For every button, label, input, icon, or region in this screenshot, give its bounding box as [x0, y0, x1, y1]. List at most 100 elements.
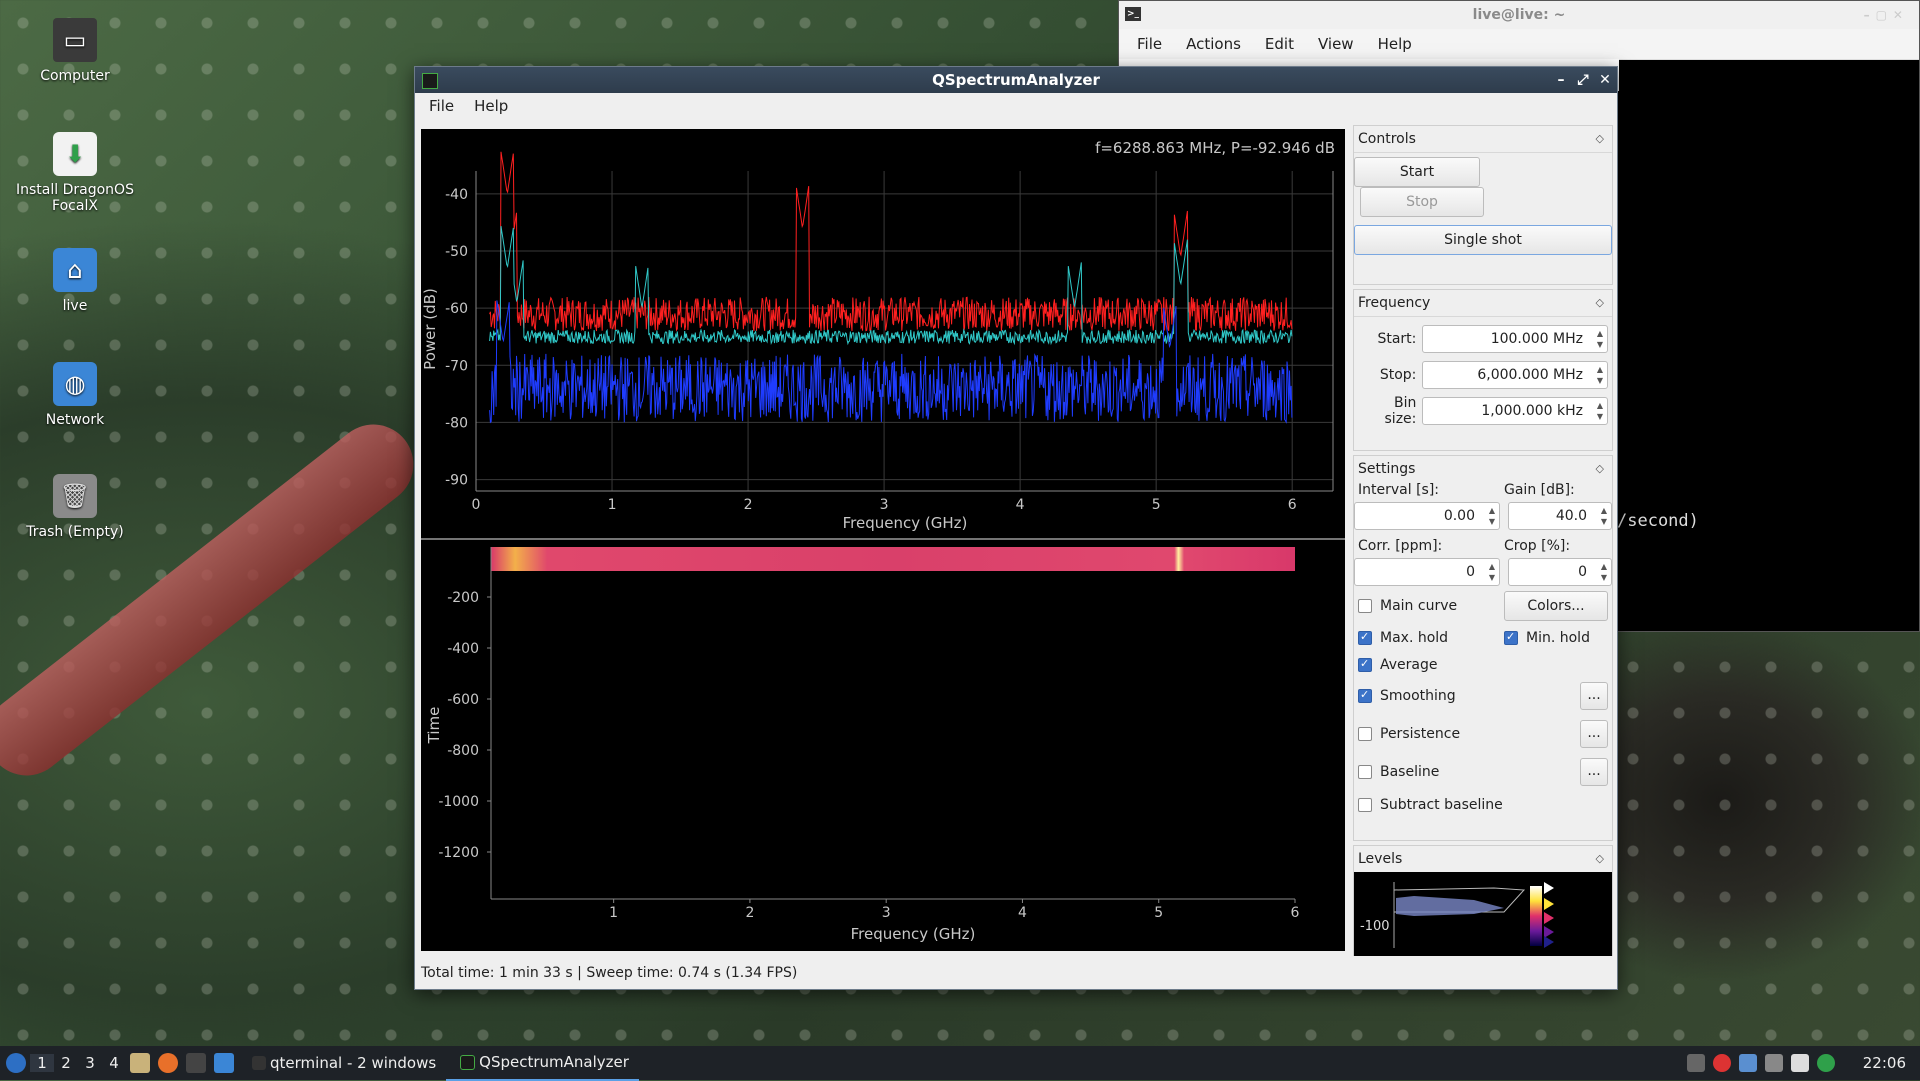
spin-arrows-icon[interactable]: ▲ ▼	[1597, 328, 1603, 350]
interval-input[interactable]: 0.00 ▲ ▼	[1354, 502, 1500, 530]
baseline-checkbox[interactable]: Baseline	[1358, 764, 1439, 780]
start-frequency-input[interactable]: 100.000 MHz ▲ ▼	[1422, 325, 1608, 353]
app-launcher-icon[interactable]	[6, 1053, 26, 1073]
workspace-4[interactable]: 4	[102, 1054, 126, 1072]
crop-input[interactable]: 0 ▲ ▼	[1508, 558, 1612, 586]
persistence-options-button[interactable]: ...	[1580, 720, 1608, 748]
menu-file[interactable]: File	[419, 97, 464, 115]
desktop-icon-network[interactable]: ◍ Network	[10, 362, 140, 428]
baseline-label: Baseline	[1380, 764, 1440, 780]
firefox-icon[interactable]	[158, 1053, 178, 1073]
taskbar-window-qspectrum[interactable]: QSpectrumAnalyzer	[446, 1045, 639, 1081]
checkbox-min-hold[interactable]	[1504, 630, 1518, 645]
taskbar-window-qterminal[interactable]: qterminal - 2 windows	[238, 1046, 446, 1080]
smoothing-checkbox[interactable]: Smoothing	[1358, 688, 1456, 704]
checkbox-smoothing[interactable]	[1358, 688, 1372, 703]
clipboard-icon[interactable]	[1686, 1054, 1705, 1072]
qspectrum-window[interactable]: QSpectrumAnalyzer – ⤢ ✕ File Help f=6288…	[414, 66, 1618, 990]
terminal-title: live@live: ~	[1472, 7, 1566, 23]
dock-float-icon[interactable]: ◇	[1596, 290, 1604, 316]
menu-help[interactable]: Help	[464, 97, 518, 115]
settings-header[interactable]: Settings ◇	[1354, 456, 1612, 482]
single-shot-button[interactable]: Single shot	[1354, 225, 1612, 255]
bin-size-input[interactable]: 1,000.000 kHz ▲ ▼	[1422, 397, 1608, 425]
terminal-menu-file[interactable]: File	[1137, 35, 1162, 53]
checkbox-subtract-baseline[interactable]	[1358, 798, 1372, 812]
file-manager-icon[interactable]	[130, 1053, 150, 1073]
chat-icon[interactable]	[1738, 1054, 1757, 1072]
levels-tick-label: -100	[1360, 919, 1390, 934]
subtract-baseline-checkbox[interactable]: Subtract baseline	[1358, 797, 1503, 813]
y-tick-label: -80	[445, 415, 468, 431]
start-button[interactable]: Start	[1354, 157, 1480, 187]
terminal-launcher-icon[interactable]	[186, 1053, 206, 1073]
clock[interactable]: 22:06	[1863, 1054, 1906, 1072]
spin-arrows-icon[interactable]: ▲ ▼	[1597, 400, 1603, 422]
colors-button[interactable]: Colors...	[1504, 591, 1608, 621]
min-hold-checkbox[interactable]: Min. hold	[1504, 630, 1608, 646]
show-desktop-icon[interactable]	[214, 1053, 234, 1073]
desktop-icon-live[interactable]: ⌂ live	[10, 248, 140, 314]
max-hold-checkbox[interactable]: Max. hold	[1358, 630, 1448, 646]
checkbox-persistence[interactable]	[1358, 727, 1372, 741]
terminal-menu-help[interactable]: Help	[1378, 35, 1412, 53]
terminal-menu-view[interactable]: View	[1318, 35, 1354, 53]
workspace-2[interactable]: 2	[54, 1054, 78, 1072]
persistence-checkbox[interactable]: Persistence	[1358, 726, 1460, 742]
level-handle-icon[interactable]	[1544, 936, 1554, 948]
terminal-menu-edit[interactable]: Edit	[1265, 35, 1294, 53]
stop-frequency-input[interactable]: 6,000.000 MHz ▲ ▼	[1422, 361, 1608, 389]
checkbox-max-hold[interactable]	[1358, 630, 1372, 645]
app-icon	[422, 73, 438, 89]
spin-arrows-icon[interactable]: ▲ ▼	[1597, 364, 1603, 386]
spin-arrows-icon[interactable]: ▲ ▼	[1489, 561, 1495, 583]
network-icon[interactable]	[1764, 1054, 1783, 1072]
level-handle-icon[interactable]	[1544, 926, 1554, 938]
checkbox-baseline[interactable]	[1358, 765, 1372, 779]
terminal-output: /second)	[1617, 511, 1699, 531]
checkbox-main-curve[interactable]	[1358, 599, 1372, 613]
dock-float-icon[interactable]: ◇	[1596, 456, 1604, 482]
workspace-1[interactable]: 1	[30, 1054, 54, 1072]
desktop-icon-label: Computer	[40, 68, 110, 84]
window-controls-icon[interactable]: –▢✕	[1864, 1, 1909, 29]
notes-icon[interactable]	[1790, 1054, 1809, 1072]
desktop-icon-label: Trash (Empty)	[26, 524, 124, 540]
close-icon[interactable]: ✕	[1595, 67, 1615, 93]
dock-float-icon[interactable]: ◇	[1596, 846, 1604, 872]
smoothing-options-button[interactable]: ...	[1580, 682, 1608, 710]
level-handle-icon[interactable]	[1544, 912, 1554, 924]
stop-button[interactable]: Stop	[1360, 187, 1484, 217]
terminal-titlebar[interactable]: >_ live@live: ~ –▢✕	[1119, 1, 1919, 29]
spin-arrows-icon[interactable]: ▲ ▼	[1601, 561, 1607, 583]
spectrum-plots[interactable]: -40 -50 -60 -70 -80 -90 0 1 2 3 4 5 6 Power (dB) Fr…	[421, 129, 1345, 951]
window-titlebar[interactable]: QSpectrumAnalyzer – ⤢ ✕	[415, 67, 1617, 93]
minimize-icon[interactable]: –	[1551, 67, 1571, 93]
main-curve-checkbox[interactable]: Main curve	[1358, 598, 1457, 614]
x-tick-label: 4	[1016, 497, 1025, 513]
controls-header[interactable]: Controls ◇	[1354, 126, 1612, 153]
spin-arrows-icon[interactable]: ▲ ▼	[1489, 505, 1495, 527]
desktop-icon-trash[interactable]: 🗑 Trash (Empty)	[10, 474, 140, 540]
alert-icon[interactable]	[1712, 1054, 1731, 1072]
levels-header[interactable]: Levels ◇	[1354, 846, 1612, 872]
level-handle-icon[interactable]	[1544, 898, 1554, 910]
average-checkbox[interactable]: Average	[1358, 657, 1438, 673]
frequency-header[interactable]: Frequency ◇	[1354, 290, 1612, 317]
desktop-icon-computer[interactable]: ▭ Computer	[10, 18, 140, 84]
dock-float-icon[interactable]: ◇	[1596, 126, 1604, 152]
level-handle-icon[interactable]	[1544, 882, 1554, 894]
levels-histogram[interactable]: -100	[1354, 872, 1612, 956]
gain-input[interactable]: 40.0 ▲ ▼	[1508, 502, 1612, 530]
y-tick-label: -90	[445, 473, 468, 489]
spin-arrows-icon[interactable]: ▲ ▼	[1601, 505, 1607, 527]
workspace-3[interactable]: 3	[78, 1054, 102, 1072]
update-icon[interactable]	[1816, 1054, 1835, 1072]
baseline-options-button[interactable]: ...	[1580, 758, 1608, 786]
terminal-menu-actions[interactable]: Actions	[1186, 35, 1241, 53]
plot-area[interactable]: f=6288.863 MHz, P=-92.946 dB -40 -50 -60 -7…	[421, 129, 1345, 951]
maximize-icon[interactable]: ⤢	[1573, 67, 1593, 93]
checkbox-average[interactable]	[1358, 657, 1372, 672]
corr-input[interactable]: 0 ▲ ▼	[1354, 558, 1500, 586]
desktop-icon-install[interactable]: ⬇ Install DragonOS FocalX	[10, 132, 140, 214]
